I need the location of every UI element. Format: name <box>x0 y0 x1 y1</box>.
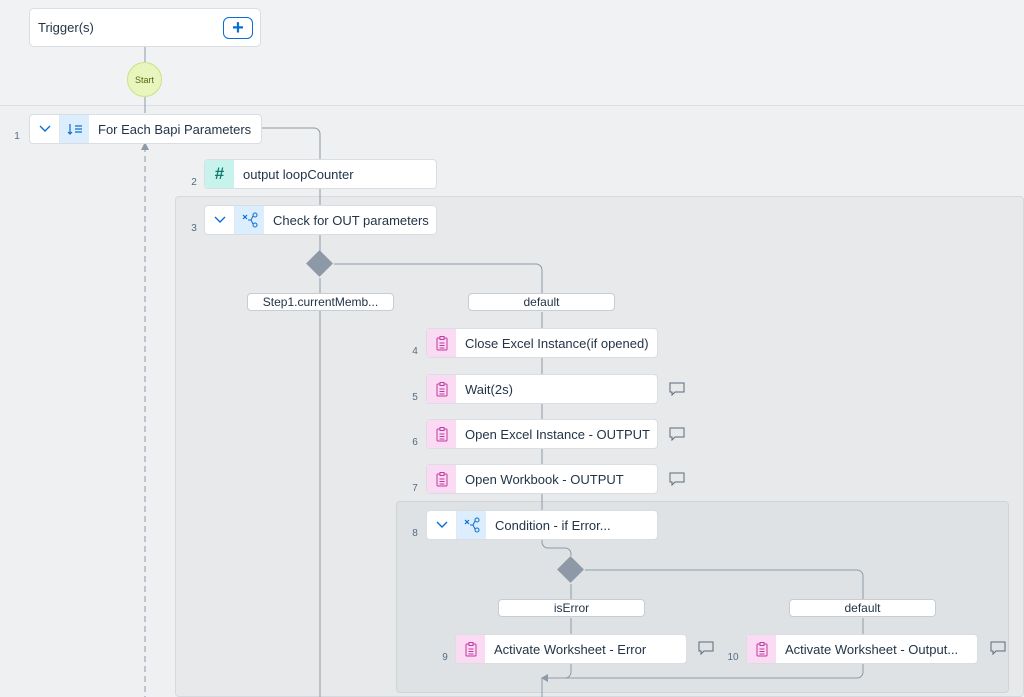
chevron-down-icon <box>436 521 447 528</box>
step-number: 3 <box>191 223 197 234</box>
comment-icon[interactable] <box>990 641 1006 655</box>
activity-icon <box>427 465 456 493</box>
step-number: 1 <box>14 131 20 142</box>
step-label: Activate Worksheet - Error <box>494 641 647 657</box>
chevron-down-icon <box>39 125 50 132</box>
step-label: Wait(2s) <box>465 381 513 397</box>
activity-icon <box>427 420 456 448</box>
step-number: 5 <box>412 392 418 403</box>
branch-label[interactable]: isError <box>498 599 645 617</box>
step-check-out-parameters[interactable]: Check for OUT parameters <box>204 205 437 235</box>
collapse-button[interactable] <box>205 206 235 234</box>
step-activate-worksheet-output[interactable]: Activate Worksheet - Output... <box>746 634 978 664</box>
comment-icon[interactable] <box>669 382 685 396</box>
comment-icon[interactable] <box>669 472 685 486</box>
condition-icon <box>235 206 264 234</box>
branch-label[interactable]: default <box>789 599 936 617</box>
step-number: 8 <box>412 528 418 539</box>
step-label: Condition - if Error... <box>495 517 611 533</box>
step-label: Close Excel Instance(if opened) <box>465 335 649 351</box>
step-label: For Each Bapi Parameters <box>98 121 252 137</box>
start-label: Start <box>134 74 154 85</box>
branch-label[interactable]: Step1.currentMemb... <box>247 293 394 311</box>
step-label: output loopCounter <box>243 166 354 182</box>
step-number: 2 <box>191 177 197 188</box>
activity-icon <box>747 635 776 663</box>
plus-icon: + <box>232 17 244 39</box>
step-label: Activate Worksheet - Output... <box>785 641 959 657</box>
condition-icon <box>457 511 486 539</box>
comment-icon[interactable] <box>669 427 685 441</box>
branch-label[interactable]: default <box>468 293 615 311</box>
step-activate-worksheet-error[interactable]: Activate Worksheet - Error <box>455 634 687 664</box>
chevron-down-icon <box>214 216 225 223</box>
step-open-excel[interactable]: Open Excel Instance - OUTPUT <box>426 419 658 449</box>
step-for-each[interactable]: For Each Bapi Parameters <box>29 114 262 144</box>
activity-icon <box>427 375 456 403</box>
step-label: Check for OUT parameters <box>273 212 429 228</box>
activity-icon <box>456 635 485 663</box>
step-number: 10 <box>727 652 739 663</box>
step-close-excel[interactable]: Close Excel Instance(if opened) <box>426 328 658 358</box>
collapse-button[interactable] <box>427 511 457 539</box>
comment-icon[interactable] <box>698 641 714 655</box>
step-wait[interactable]: Wait(2s) <box>426 374 658 404</box>
step-condition-if-error[interactable]: Condition - if Error... <box>426 510 658 540</box>
collapse-button[interactable] <box>30 115 60 143</box>
step-label: Open Excel Instance - OUTPUT <box>465 426 650 442</box>
step-number: 7 <box>412 483 418 494</box>
loop-icon <box>60 115 89 143</box>
step-number: 4 <box>412 346 418 357</box>
start-node: Start <box>127 62 162 97</box>
step-open-workbook[interactable]: Open Workbook - OUTPUT <box>426 464 658 494</box>
add-trigger-button[interactable]: + <box>223 17 253 39</box>
step-label: Open Workbook - OUTPUT <box>465 471 624 487</box>
activity-icon <box>427 329 456 357</box>
trigger-card[interactable]: Trigger(s) + <box>29 8 261 47</box>
hash-icon: # <box>205 160 234 188</box>
step-number: 6 <box>412 437 418 448</box>
step-number: 9 <box>442 652 448 663</box>
step-output-loopcounter[interactable]: # output loopCounter <box>204 159 437 189</box>
trigger-label: Trigger(s) <box>38 20 94 35</box>
